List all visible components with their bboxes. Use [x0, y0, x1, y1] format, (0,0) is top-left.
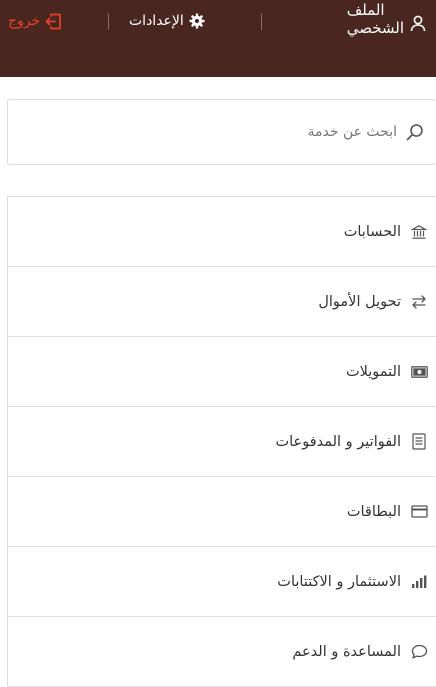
menu-item-label: التمويلات	[345, 363, 401, 380]
menu-item-label: الحسابات	[343, 223, 401, 240]
search-bar[interactable]	[7, 99, 436, 165]
services-menu: الحسابات تحويل الأموال التمويلات الفواتي…	[7, 196, 436, 687]
top-header: الملف الشخصي الإعدادات خروج	[0, 0, 436, 77]
card-icon	[410, 505, 428, 518]
profile-label-line1: الملف	[346, 1, 385, 19]
menu-item-label: الاستثمار و الاكتتابات	[277, 573, 401, 590]
logout-link[interactable]: خروج	[8, 8, 62, 34]
menu-item-transfer[interactable]: تحويل الأموال	[8, 267, 436, 337]
user-icon	[409, 14, 427, 32]
menu-item-support[interactable]: المساعدة و الدعم	[8, 617, 436, 687]
header-divider	[261, 13, 262, 30]
menu-item-label: البطاقات	[346, 503, 401, 520]
settings-link[interactable]: الإعدادات	[129, 8, 205, 34]
menu-item-investment[interactable]: الاستثمار و الاكتتابات	[8, 547, 436, 617]
logout-label: خروج	[8, 13, 41, 29]
bank-icon	[410, 224, 428, 240]
gear-icon	[189, 13, 205, 29]
menu-item-accounts[interactable]: الحسابات	[8, 197, 436, 267]
menu-item-cards[interactable]: البطاقات	[8, 477, 436, 547]
bar-chart-icon	[410, 575, 428, 589]
profile-label: الملف الشخصي	[347, 1, 404, 37]
menu-item-label: الفواتير و المدفوعات	[275, 433, 401, 450]
menu-item-bills[interactable]: الفواتير و المدفوعات	[8, 407, 436, 477]
search-icon[interactable]	[406, 123, 424, 141]
menu-item-label: المساعدة و الدعم	[292, 643, 401, 660]
bill-icon	[410, 433, 428, 450]
header-divider	[108, 13, 109, 30]
menu-item-label: تحويل الأموال	[318, 293, 401, 310]
logout-icon	[45, 13, 62, 30]
search-input[interactable]	[97, 124, 397, 140]
profile-label-line2: الشخصي	[346, 19, 404, 37]
transfer-icon	[410, 294, 428, 309]
cash-icon	[410, 365, 428, 378]
settings-label: الإعدادات	[129, 13, 184, 29]
menu-item-financing[interactable]: التمويلات	[8, 337, 436, 407]
chat-icon	[410, 644, 428, 660]
profile-link[interactable]: الملف الشخصي	[347, 0, 427, 50]
